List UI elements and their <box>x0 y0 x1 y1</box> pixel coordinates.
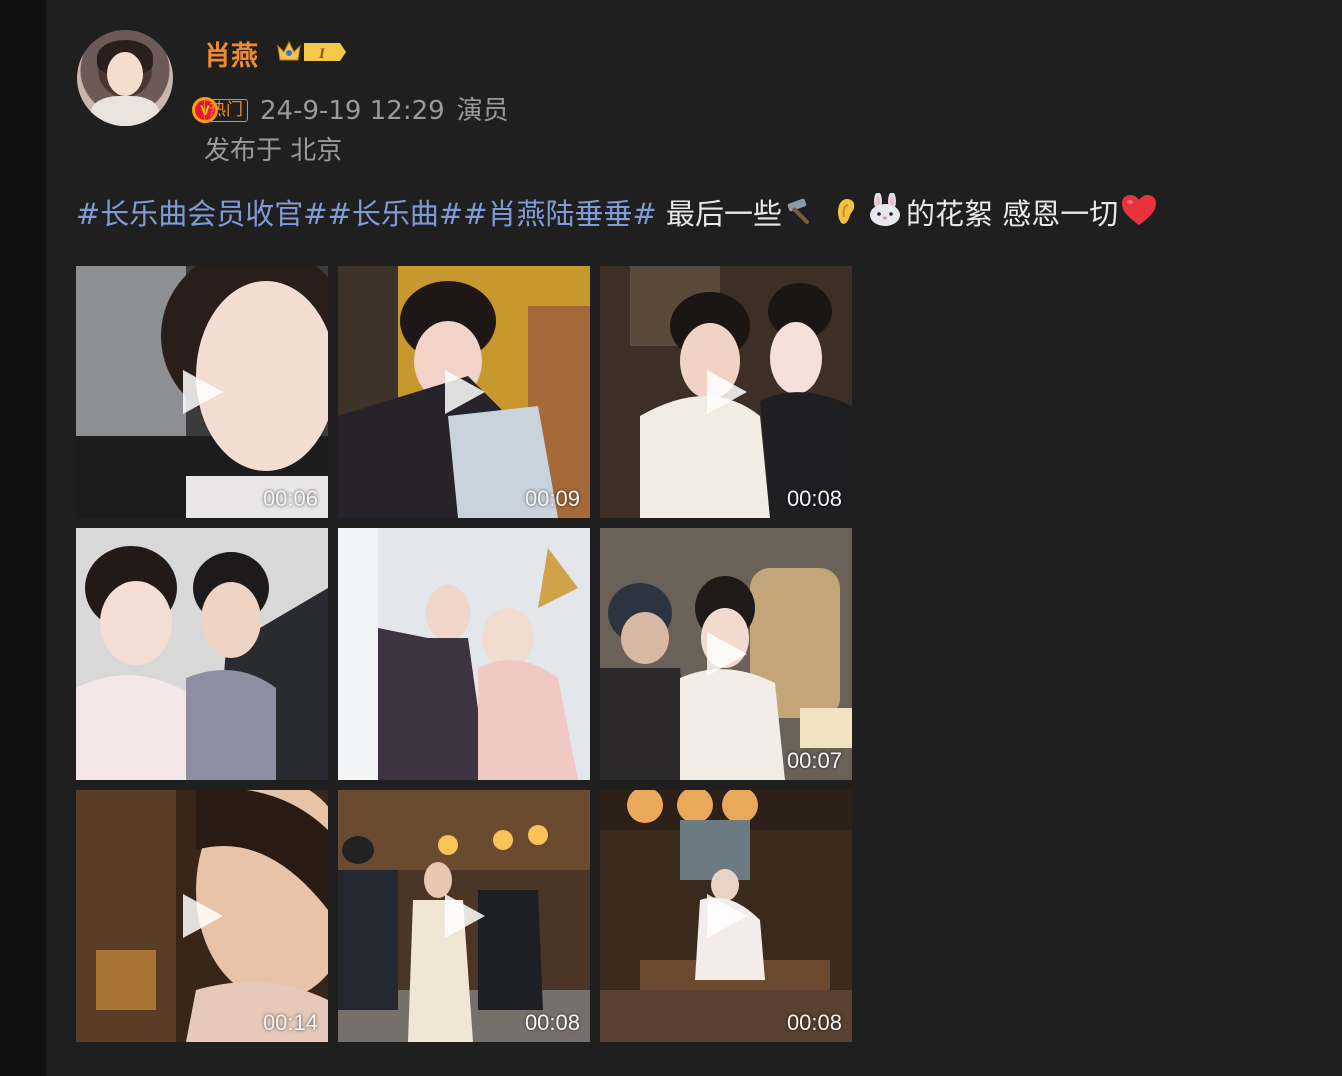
video-duration: 00:08 <box>786 1010 842 1035</box>
media-thumb-9[interactable]: 00:08 <box>600 790 852 1042</box>
media-thumb-4[interactable] <box>76 528 328 780</box>
play-icon <box>707 632 747 676</box>
play-icon <box>707 370 747 414</box>
hashtag-links[interactable]: #长乐曲会员收官##长乐曲##肖燕陆垂垂# <box>76 197 657 231</box>
vip-level: I <box>318 46 326 62</box>
media-thumb-2[interactable]: 00:09 <box>338 266 590 518</box>
post-text: #长乐曲会员收官##长乐曲##肖燕陆垂垂# 最后一些 的花絮 感恩一切 <box>76 191 1160 233</box>
media-thumb-1[interactable]: 00:06 <box>76 266 328 518</box>
avatar[interactable] <box>77 30 173 126</box>
post-timestamp[interactable]: 24-9-19 12:29 <box>260 96 445 126</box>
play-icon <box>183 894 223 938</box>
post-location: 发布于 北京 <box>204 136 343 166</box>
play-icon <box>707 894 747 938</box>
hammer-emoji-icon <box>787 198 810 225</box>
video-duration: 00:08 <box>786 486 842 511</box>
video-duration: 00:09 <box>524 486 580 511</box>
play-icon <box>445 894 485 938</box>
media-thumb-7[interactable]: 00:14 <box>76 790 328 1042</box>
red-heart-emoji-icon <box>1122 195 1157 225</box>
post-meta: 热门 24-9-19 12:29 演员 <box>204 90 509 127</box>
rabbit-emoji-icon <box>870 193 901 226</box>
video-duration: 00:08 <box>524 1010 580 1035</box>
hot-badge: 热门 <box>204 99 248 122</box>
media-thumb-5[interactable] <box>338 528 590 780</box>
post-text-part1: 最后一些 <box>656 197 783 231</box>
ear-emoji-icon <box>838 199 855 224</box>
video-duration: 00:06 <box>262 486 318 511</box>
media-thumb-6[interactable]: 00:07 <box>600 528 852 780</box>
media-thumb-8[interactable]: 00:08 <box>338 790 590 1042</box>
post-text-part2: 的花絮 感恩一切 <box>906 197 1119 231</box>
video-duration: 00:14 <box>262 1010 318 1035</box>
play-icon <box>445 370 485 414</box>
vip-crown-icon[interactable]: I <box>274 38 348 66</box>
post-source: 演员 <box>456 96 509 126</box>
media-grid: 00:06 00:09 00:08 00:07 00:14 00:08 00:0… <box>76 266 854 1042</box>
video-duration: 00:07 <box>786 748 842 773</box>
weibo-post-card: V 肖燕 I 热门 24-9-19 12:29 演员 发布于 北京 #长乐曲会员收官… <box>46 0 1342 1076</box>
media-thumb-3[interactable]: 00:08 <box>600 266 852 518</box>
play-icon <box>183 370 223 414</box>
username[interactable]: 肖燕 <box>204 34 258 73</box>
